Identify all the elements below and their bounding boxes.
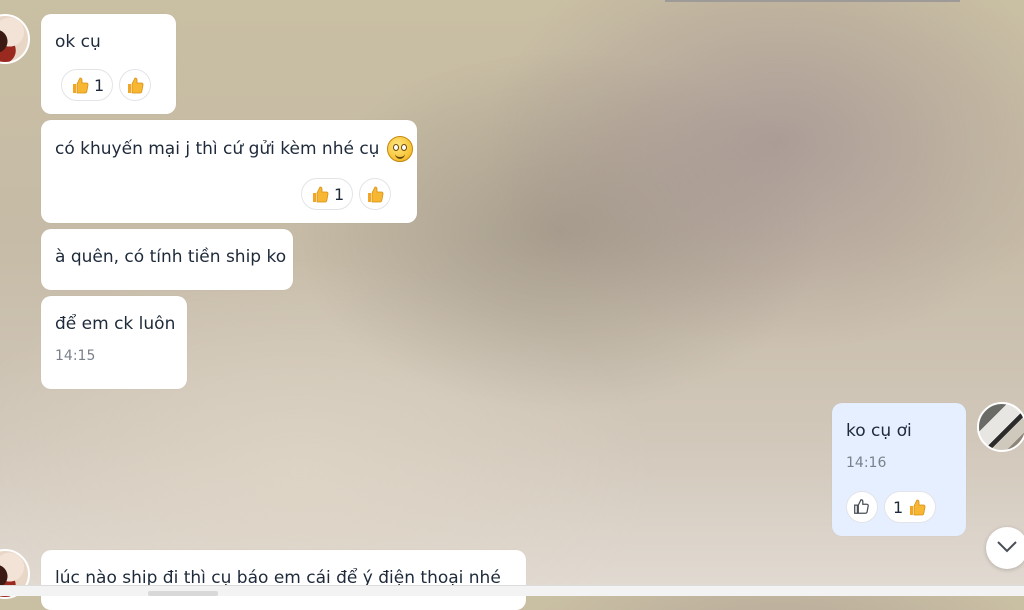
my-message-bubble[interactable]: ko cụ ơi 14:16 1	[832, 403, 966, 536]
message-text: ko cụ ơi	[846, 421, 912, 441]
thumbs-up-icon	[907, 497, 927, 517]
reaction-count: 1	[893, 497, 904, 517]
message-time: 14:15	[55, 348, 96, 364]
message-text-row: có khuyến mại j thì cứ gửi kèm nhé cụ	[55, 136, 413, 162]
reaction-count: 1	[94, 75, 105, 95]
composer-edge	[0, 585, 1024, 596]
message-text: có khuyến mại j thì cứ gửi kèm nhé cụ	[55, 139, 380, 159]
composer-tab	[148, 591, 218, 596]
message-bubble[interactable]: lúc nào ship đi thì cụ báo em cái để ý đ…	[41, 550, 526, 610]
message-bubble[interactable]: à quên, có tính tiền ship ko	[41, 229, 293, 290]
sender-avatar[interactable]	[0, 14, 30, 64]
chevron-down-icon	[996, 539, 1018, 558]
thumbs-up-icon	[125, 75, 145, 95]
thumbs-up-icon	[310, 184, 330, 204]
smiling-face-icon	[386, 136, 413, 162]
message-bubble[interactable]: có khuyến mại j thì cứ gửi kèm nhé cụ 1	[41, 120, 417, 223]
thumbs-up-icon	[70, 75, 90, 95]
reaction-count-pill[interactable]: 1	[884, 491, 937, 523]
like-button[interactable]	[846, 491, 878, 523]
top-divider	[665, 0, 960, 2]
my-avatar[interactable]	[977, 402, 1024, 452]
message-time: 14:16	[846, 455, 887, 471]
thumbs-up-outline-icon	[852, 497, 872, 517]
message-text: để em ck luôn	[55, 314, 176, 334]
message-bubble[interactable]: để em ck luôn 14:15	[41, 296, 187, 389]
add-reaction-button[interactable]	[359, 178, 392, 210]
message-bubble[interactable]: ok cụ 1	[41, 14, 176, 114]
add-reaction-button[interactable]	[119, 69, 152, 101]
reaction-count-pill[interactable]: 1	[301, 178, 354, 210]
reaction-count-pill[interactable]: 1	[61, 69, 114, 101]
thumbs-up-icon	[365, 184, 385, 204]
message-text: ok cụ	[55, 32, 101, 52]
reaction-count: 1	[334, 184, 345, 204]
scroll-to-bottom-button[interactable]	[986, 527, 1024, 569]
message-text: à quên, có tính tiền ship ko	[55, 247, 287, 267]
